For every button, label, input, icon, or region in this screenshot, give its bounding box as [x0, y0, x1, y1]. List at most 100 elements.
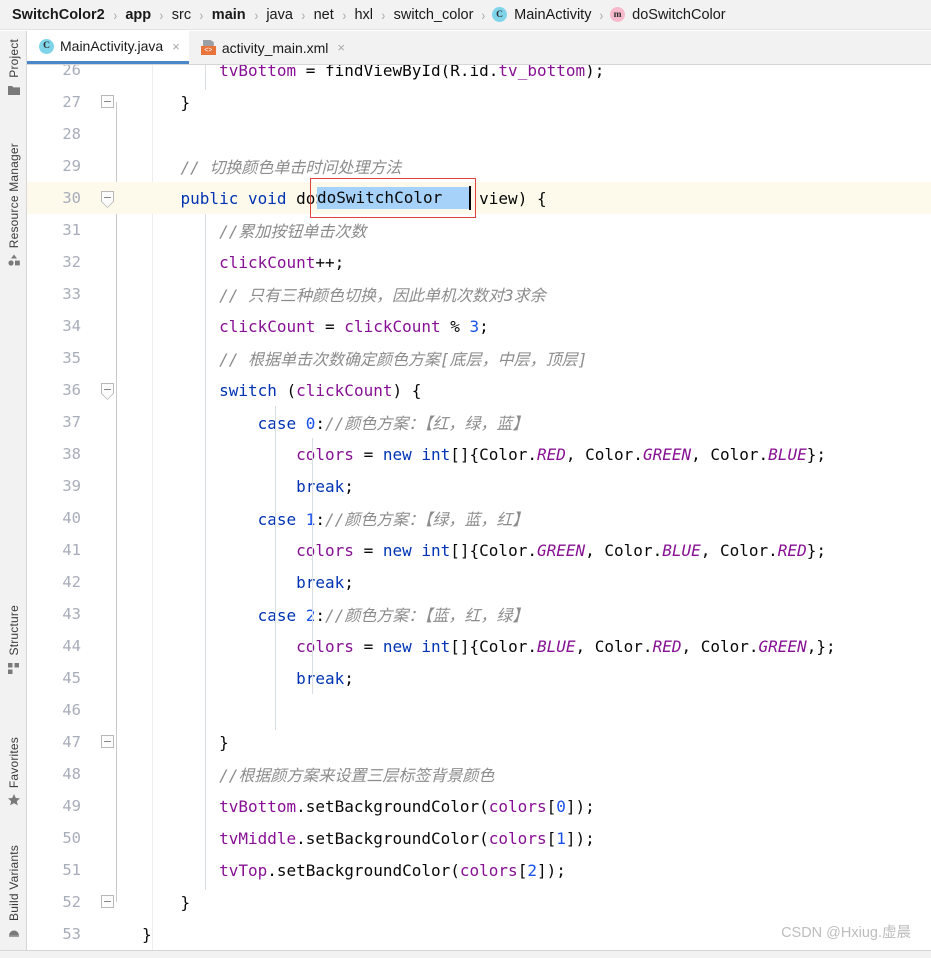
breadcrumb-item-hxl[interactable]: hxl [352, 7, 375, 23]
code-line[interactable]: 35 // 根据单击次数确定颜色方案[底层，中层，顶层] [27, 342, 931, 374]
fold-column[interactable] [91, 726, 142, 758]
code-token: clickCount [344, 316, 451, 336]
breadcrumb-label: doSwitchColor [632, 6, 726, 23]
code-token: //根据颜方案来设置三层标签背景颜色 [142, 766, 495, 785]
fold-collapse-icon[interactable] [101, 383, 114, 400]
code-line[interactable]: 52 } [27, 886, 931, 918]
fold-column[interactable] [91, 182, 142, 214]
fold-column[interactable] [91, 246, 142, 278]
tool-window-button-favorites[interactable]: Favorites [0, 737, 27, 807]
code-token: BLUE [662, 540, 701, 560]
fold-collapse-icon[interactable] [101, 895, 114, 908]
code-line[interactable]: 48 //根据颜方案来设置三层标签背景颜色 [27, 758, 931, 790]
editor-tab-activity-main-xml[interactable]: <> activity_main.xml × [189, 31, 354, 64]
code-token: [ [517, 860, 528, 880]
code-line[interactable]: 46 [27, 694, 931, 726]
close-icon[interactable]: × [337, 41, 345, 54]
breadcrumb-item-switch-color[interactable]: switch_color [392, 7, 476, 23]
code-line[interactable]: 32 clickCount++; [27, 246, 931, 278]
breadcrumb: SwitchColor2 › app › src › main › java › net › hxl › s… [0, 0, 931, 30]
code-token: }; [806, 540, 826, 560]
breadcrumb-label: net [313, 6, 334, 23]
code-line[interactable]: 28 [27, 118, 931, 150]
code-line[interactable]: 41 colors = new int[]{Color.GREEN, Color… [27, 534, 931, 566]
editor-tab-mainactivity-java[interactable]: C MainActivity.java × [27, 31, 189, 64]
fold-column[interactable] [91, 758, 142, 790]
code-line[interactable]: 47 } [27, 726, 931, 758]
selected-identifier: doSwitchColor [317, 188, 443, 207]
code-line[interactable]: 29 // 切换颜色单击时问处理方法 [27, 150, 931, 182]
code-line[interactable]: 43 case 2://颜色方案：【蓝，红，绿】 [27, 598, 931, 630]
code-line[interactable]: 26 tvBottom = findViewById(R.id.tv_botto… [27, 65, 931, 86]
fold-column[interactable] [91, 790, 142, 822]
fold-column[interactable] [91, 694, 142, 726]
fold-column[interactable] [91, 342, 142, 374]
tool-window-button-structure[interactable]: Structure [0, 605, 27, 675]
fold-column[interactable] [91, 502, 142, 534]
code-line[interactable]: 50 tvMiddle.setBackgroundColor(colors[1]… [27, 822, 931, 854]
fold-column[interactable] [91, 118, 142, 150]
fold-column[interactable] [91, 854, 142, 886]
code-line[interactable]: 31 //累加按钮单击次数 [27, 214, 931, 246]
fold-column[interactable] [91, 86, 142, 118]
breadcrumb-item-src[interactable]: src [170, 7, 193, 23]
code-line[interactable]: 39 break; [27, 470, 931, 502]
code-line[interactable]: 51 tvTop.setBackgroundColor(colors[2]); [27, 854, 931, 886]
fold-column[interactable] [91, 470, 142, 502]
left-tool-window-strip: Project Resource Manager Structure Favorite… [0, 31, 27, 958]
code-token: }; [806, 444, 826, 464]
code-token: [ [546, 828, 557, 848]
breadcrumb-item-main[interactable]: main [210, 7, 248, 23]
breadcrumb-item-switchcolor2[interactable]: SwitchColor2 [10, 7, 107, 23]
fold-collapse-icon[interactable] [101, 735, 114, 748]
fold-column[interactable] [91, 278, 142, 310]
code-editor[interactable]: 26 tvBottom = findViewById(R.id.tv_botto… [27, 65, 931, 950]
code-line[interactable]: 34 clickCount = clickCount % 3; [27, 310, 931, 342]
fold-column[interactable] [91, 534, 142, 566]
close-icon[interactable]: × [172, 40, 180, 53]
fold-column[interactable] [91, 310, 142, 342]
code-line[interactable]: 27 } [27, 86, 931, 118]
code-line[interactable]: 49 tvBottom.setBackgroundColor(colors[0]… [27, 790, 931, 822]
breadcrumb-item-mainactivity[interactable]: C MainActivity [492, 7, 593, 23]
code-line[interactable]: 37 case 0://颜色方案：【红，绿，蓝】 [27, 406, 931, 438]
fold-column[interactable] [91, 886, 142, 918]
breadcrumb-item-doswitchcolor[interactable]: m doSwitchColor [610, 7, 728, 23]
breadcrumb-item-app[interactable]: app [123, 7, 153, 23]
fold-column[interactable] [91, 566, 142, 598]
line-number: 45 [62, 669, 81, 687]
fold-column[interactable] [91, 406, 142, 438]
fold-column[interactable] [91, 214, 142, 246]
tool-window-button-build-variants[interactable]: Build Variants [0, 845, 27, 940]
code-line[interactable]: 45 break; [27, 662, 931, 694]
fold-column[interactable] [91, 438, 142, 470]
tool-window-button-resource-manager[interactable]: Resource Manager [0, 143, 27, 267]
code-line[interactable]: 44 colors = new int[]{Color.BLUE, Color.… [27, 630, 931, 662]
fold-collapse-icon[interactable] [101, 191, 114, 208]
tool-window-button-project[interactable]: Project [0, 39, 27, 97]
fold-column[interactable] [91, 65, 142, 86]
fold-column[interactable] [91, 374, 142, 406]
fold-column[interactable] [91, 662, 142, 694]
fold-column[interactable] [91, 598, 142, 630]
code-token: ]); [565, 828, 595, 848]
fold-column[interactable] [91, 150, 142, 182]
code-line[interactable]: 38 colors = new int[]{Color.RED, Color.G… [27, 438, 931, 470]
code-line[interactable]: 30 public void doSwitchColor(View view) … [27, 182, 931, 214]
code-line[interactable]: 40 case 1://颜色方案：【绿，蓝，红】 [27, 502, 931, 534]
breadcrumb-item-net[interactable]: net [312, 7, 336, 23]
fold-column[interactable] [91, 630, 142, 662]
code-line[interactable]: 42 break; [27, 566, 931, 598]
line-number: 31 [62, 221, 81, 239]
breadcrumb-item-java[interactable]: java [264, 7, 295, 23]
code-token: colors [488, 828, 547, 848]
fold-column[interactable] [91, 822, 142, 854]
code-line[interactable]: 33 // 只有三种颜色切换，因此单机次数对3求余 [27, 278, 931, 310]
fold-collapse-icon[interactable] [101, 95, 114, 108]
fold-column[interactable] [91, 918, 142, 950]
code-token: 0 [556, 796, 566, 816]
code-line[interactable]: 36 switch (clickCount) { [27, 374, 931, 406]
code-token: //颜色方案：【红，绿，蓝】 [325, 414, 529, 433]
code-token: (R.id. [440, 65, 499, 80]
